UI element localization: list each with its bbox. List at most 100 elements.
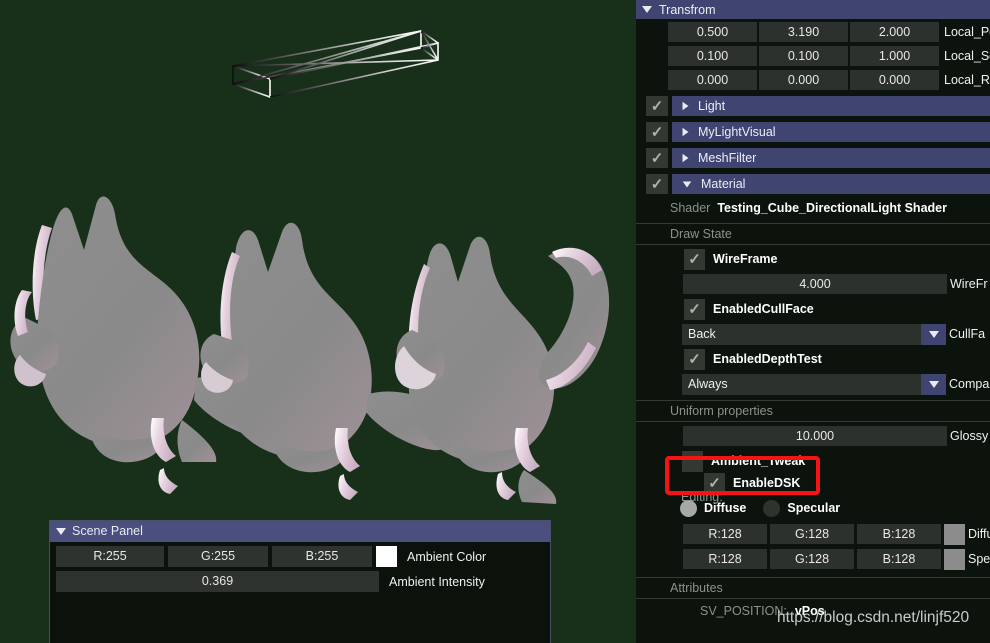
wireframe-width-field[interactable]: 4.000 — [683, 274, 947, 294]
component-label-mylightvisual: MyLightVisual — [698, 125, 776, 139]
ambient-color-b-field[interactable]: B:255 — [272, 546, 372, 567]
cullface-row: Back CullFa — [636, 323, 990, 345]
component-row-meshfilter[interactable]: ✓ MeshFilter — [636, 147, 990, 169]
attributes-section-label: Attributes — [636, 577, 990, 599]
editing-label: Editing: — [681, 490, 723, 504]
check-icon: ✓ — [650, 175, 664, 193]
local-pos-y-field[interactable]: 3.190 — [759, 22, 848, 42]
specular-b-field[interactable]: B:128 — [857, 549, 941, 569]
mylightvisual-enabled-checkbox[interactable]: ✓ — [646, 122, 668, 142]
component-row-mylightvisual[interactable]: ✓ MyLightVisual — [636, 121, 990, 143]
ambient-intensity-label: Ambient Intensity — [389, 574, 485, 589]
directional-light-gizmo — [232, 30, 439, 99]
scene-panel[interactable]: Scene Panel R:255 G:255 B:255 Ambient Co… — [49, 520, 551, 643]
specular-color-swatch[interactable] — [944, 548, 965, 570]
local-rot-row: 0.000 0.000 0.000 Local_Rot — [636, 69, 990, 91]
ambient-tweak-label: Ambient_Tweak — [711, 454, 806, 468]
local-pos-z-field[interactable]: 2.000 — [850, 22, 939, 42]
specular-g-field[interactable]: G:128 — [770, 549, 854, 569]
component-label-meshfilter: MeshFilter — [698, 151, 757, 165]
local-rot-x-field[interactable]: 0.000 — [668, 70, 757, 90]
enabled-cullface-label: EnabledCullFace — [713, 302, 814, 316]
specular-radio[interactable] — [763, 499, 781, 517]
component-label-light: Light — [698, 99, 726, 113]
component-bar-light[interactable]: Light — [672, 96, 990, 116]
enabled-cullface-checkbox[interactable]: ✓ — [684, 298, 705, 320]
material-enabled-checkbox[interactable]: ✓ — [646, 174, 668, 194]
triangle-down-icon[interactable] — [642, 6, 652, 13]
ambient-color-g-field[interactable]: G:255 — [168, 546, 268, 567]
shader-value[interactable]: Testing_Cube_DirectionalLight Shader — [717, 201, 947, 215]
triangle-down-icon[interactable] — [56, 528, 66, 535]
shader-label: Shader — [670, 201, 711, 215]
component-bar-material[interactable]: Material — [672, 174, 990, 194]
triangle-right-icon[interactable] — [682, 101, 689, 111]
check-icon: ✓ — [650, 97, 664, 115]
ambient-tweak-checkbox[interactable] — [682, 450, 703, 472]
ambient-intensity-field[interactable]: 0.369 — [56, 571, 379, 592]
component-row-material[interactable]: ✓ Material — [636, 173, 990, 195]
local-scale-label: Local_Sca — [944, 49, 990, 63]
light-enabled-checkbox[interactable]: ✓ — [646, 96, 668, 116]
specular-radio-label: Specular — [787, 501, 841, 515]
chevron-down-icon[interactable] — [921, 373, 946, 395]
ambient-color-label: Ambient Color — [407, 549, 487, 564]
wireframe-label: WireFrame — [713, 252, 778, 266]
transform-header[interactable]: Transfrom — [636, 0, 990, 19]
glossy-label: Glossy — [950, 429, 989, 443]
ambient-color-r-field[interactable]: R:255 — [56, 546, 164, 567]
compare-dropdown[interactable]: Always — [682, 373, 946, 395]
watermark-text: https://blog.csdn.net/linjf520 — [777, 609, 970, 626]
compare-value: Always — [688, 377, 728, 391]
diffuse-color-swatch[interactable] — [944, 523, 965, 545]
inspector-panel[interactable]: Transfrom 0.500 3.190 2.000 Local_Pos 0.… — [636, 0, 990, 643]
local-rot-y-field[interactable]: 0.000 — [759, 70, 848, 90]
check-icon: ✓ — [688, 250, 701, 268]
check-icon: ✓ — [688, 300, 701, 318]
local-rot-z-field[interactable]: 0.000 — [850, 70, 939, 90]
wireframe-row[interactable]: ✓ WireFrame — [636, 248, 990, 270]
component-label-material: Material — [701, 177, 746, 191]
check-icon: ✓ — [688, 350, 701, 368]
cullface-value: Back — [688, 327, 716, 341]
check-icon: ✓ — [650, 149, 664, 167]
diffuse-g-field[interactable]: G:128 — [770, 524, 854, 544]
local-scale-x-field[interactable]: 0.100 — [668, 46, 757, 66]
shader-row[interactable]: Shader Testing_Cube_DirectionalLight Sha… — [636, 198, 990, 218]
local-scale-y-field[interactable]: 0.100 — [759, 46, 848, 66]
enabled-depthtest-checkbox[interactable]: ✓ — [684, 348, 705, 370]
triangle-down-icon[interactable] — [682, 181, 692, 187]
chevron-down-icon[interactable] — [921, 323, 946, 345]
wireframe-width-row: 4.000 WireFr — [636, 273, 990, 295]
check-icon: ✓ — [650, 123, 664, 141]
triangle-right-icon[interactable] — [682, 153, 689, 163]
enabled-depthtest-row[interactable]: ✓ EnabledDepthTest — [636, 348, 990, 370]
ambient-intensity-row: 0.369 Ambient Intensity — [56, 571, 550, 592]
meshfilter-enabled-checkbox[interactable]: ✓ — [646, 148, 668, 168]
component-bar-meshfilter[interactable]: MeshFilter — [672, 148, 990, 168]
ambient-tweak-row[interactable]: Ambient_Tweak — [636, 450, 990, 472]
enable-dsk-label: EnableDSK — [733, 476, 801, 490]
compare-row: Always Compa — [636, 373, 990, 395]
draw-state-section-label: Draw State — [636, 223, 990, 245]
component-row-light[interactable]: ✓ Light — [636, 95, 990, 117]
component-bar-mylightvisual[interactable]: MyLightVisual — [672, 122, 990, 142]
uniform-properties-section-label: Uniform properties — [636, 400, 990, 422]
specular-r-field[interactable]: R:128 — [683, 549, 767, 569]
glossy-field[interactable]: 10.000 — [683, 426, 947, 446]
diffuse-r-field[interactable]: R:128 — [683, 524, 767, 544]
ambient-color-swatch[interactable] — [376, 546, 397, 567]
local-rot-label: Local_Rot — [944, 73, 990, 87]
diffuse-b-field[interactable]: B:128 — [857, 524, 941, 544]
enabled-depthtest-label: EnabledDepthTest — [713, 352, 822, 366]
wireframe-checkbox[interactable]: ✓ — [684, 248, 705, 270]
triangle-right-icon[interactable] — [682, 127, 689, 137]
cullface-dropdown[interactable]: Back — [682, 323, 946, 345]
local-pos-x-field[interactable]: 0.500 — [668, 22, 757, 42]
scene-panel-header[interactable]: Scene Panel — [50, 521, 550, 542]
diffuse-color-label: Diffuse — [968, 527, 990, 541]
local-pos-label: Local_Pos — [944, 25, 990, 39]
cullface-label: CullFa — [949, 327, 986, 341]
enabled-cullface-row[interactable]: ✓ EnabledCullFace — [636, 298, 990, 320]
local-scale-z-field[interactable]: 1.000 — [850, 46, 939, 66]
